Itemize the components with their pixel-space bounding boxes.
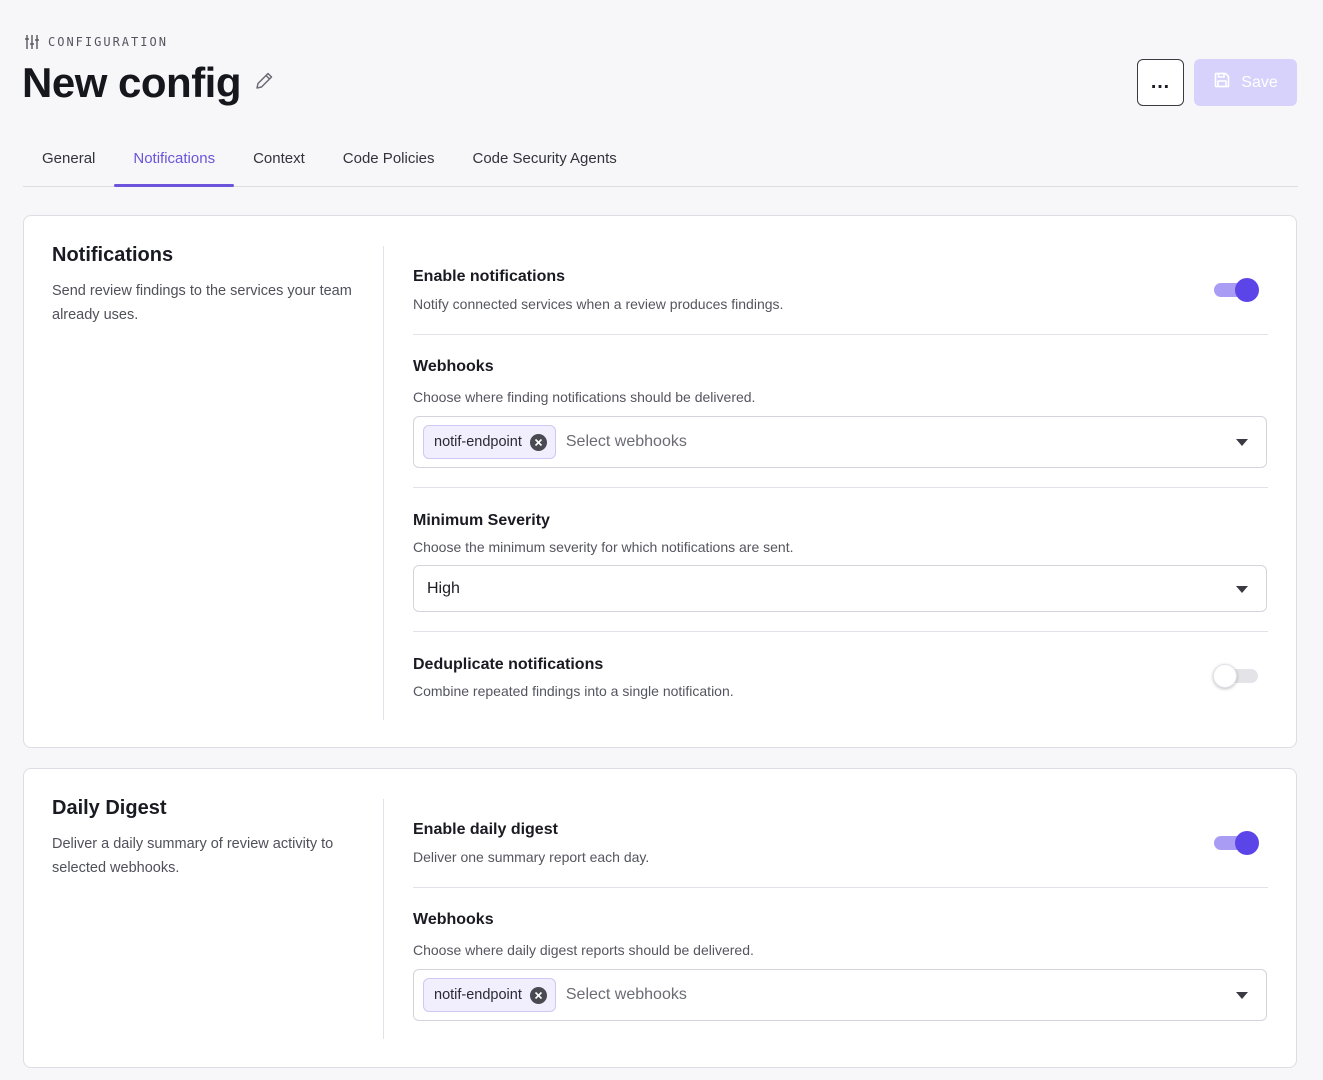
- floppy-disk-icon: [1213, 71, 1231, 94]
- notifications-card: Notifications Send review findings to th…: [23, 215, 1297, 748]
- digest-intro: Daily Digest Deliver a daily summary of …: [52, 797, 362, 880]
- tab-label: Notifications: [133, 149, 216, 167]
- enable-notifications-setting: Enable notifications Notify connected se…: [413, 216, 1268, 334]
- notifications-intro: Notifications Send review findings to th…: [52, 244, 362, 327]
- setting-label: Minimum Severity: [413, 512, 550, 529]
- severity-value: High: [427, 579, 460, 597]
- setting-label: Enable daily digest: [413, 821, 558, 838]
- chip-label: notif-endpoint: [434, 434, 522, 450]
- toggle-knob: [1213, 664, 1237, 688]
- digest-settings: Enable daily digest Deliver one summary …: [413, 769, 1268, 1038]
- enable-digest-setting: Enable daily digest Deliver one summary …: [413, 769, 1268, 887]
- webhooks-select[interactable]: notif-endpoint Select webhooks: [413, 416, 1267, 468]
- tab-label: Code Policies: [342, 149, 435, 167]
- section-description: Send review findings to the services you…: [52, 283, 352, 323]
- setting-label: Enable notifications: [413, 268, 566, 285]
- tab-general[interactable]: General: [23, 130, 114, 186]
- section-title: Notifications: [52, 244, 174, 266]
- eyebrow-label: CONFIGURATION: [48, 35, 168, 49]
- setting-description: Deliver one summary report each day.: [413, 849, 650, 865]
- more-options-button[interactable]: …: [1137, 59, 1184, 106]
- section-description: Deliver a daily summary of review activi…: [52, 836, 334, 876]
- tab-context[interactable]: Context: [234, 130, 324, 186]
- caret-down-icon: [1236, 439, 1248, 446]
- select-placeholder: Select webhooks: [565, 986, 687, 1003]
- deduplicate-toggle[interactable]: [1213, 663, 1258, 689]
- more-label: …: [1150, 71, 1171, 93]
- deduplicate-setting: Deduplicate notifications Combine repeat…: [413, 632, 1268, 732]
- page-title: New config: [22, 59, 242, 106]
- setting-label: Webhooks: [413, 358, 494, 375]
- page-eyebrow: CONFIGURATION: [24, 34, 168, 50]
- setting-description: Choose the minimum severity for which no…: [413, 539, 794, 555]
- card-divider: [383, 799, 384, 1039]
- toggle-knob: [1235, 278, 1259, 302]
- chip-label: notif-endpoint: [434, 987, 522, 1003]
- setting-description: Choose where daily digest reports should…: [413, 942, 754, 958]
- caret-down-icon: [1236, 992, 1248, 999]
- tab-code-policies[interactable]: Code Policies: [324, 130, 454, 186]
- pencil-icon[interactable]: [253, 70, 275, 92]
- minimum-severity-setting: Minimum Severity Choose the minimum seve…: [413, 488, 1268, 631]
- enable-notifications-toggle[interactable]: [1214, 277, 1259, 303]
- close-circle-icon[interactable]: [529, 433, 547, 451]
- tab-notifications[interactable]: Notifications: [114, 130, 234, 187]
- header-actions: … Save: [1137, 59, 1297, 106]
- caret-down-icon: [1236, 585, 1248, 593]
- sliders-icon: [24, 34, 40, 50]
- select-placeholder: Select webhooks: [565, 433, 687, 450]
- tab-code-security-agents[interactable]: Code Security Agents: [454, 130, 636, 186]
- tab-label: General: [42, 149, 96, 167]
- save-label: Save: [1241, 73, 1278, 91]
- digest-webhooks-setting: Webhooks Choose where daily digest repor…: [413, 888, 1268, 1038]
- section-title: Daily Digest: [52, 797, 167, 819]
- card-divider: [383, 246, 384, 720]
- setting-description: Combine repeated findings into a single …: [413, 683, 734, 699]
- webhook-chip: notif-endpoint: [423, 978, 556, 1012]
- daily-digest-card: Daily Digest Deliver a daily summary of …: [23, 768, 1297, 1068]
- close-circle-icon[interactable]: [529, 986, 547, 1004]
- enable-digest-toggle[interactable]: [1214, 830, 1259, 856]
- digest-webhooks-select[interactable]: notif-endpoint Select webhooks: [413, 969, 1267, 1021]
- webhooks-setting: Webhooks Choose where finding notificati…: [413, 335, 1268, 487]
- tab-label: Context: [253, 149, 305, 167]
- notifications-settings: Enable notifications Notify connected se…: [413, 216, 1268, 732]
- setting-description: Choose where finding notifications shoul…: [413, 389, 756, 405]
- setting-description: Notify connected services when a review …: [413, 296, 784, 312]
- setting-label: Deduplicate notifications: [413, 656, 604, 673]
- setting-label: Webhooks: [413, 911, 494, 928]
- severity-select[interactable]: High: [413, 565, 1267, 612]
- tab-label: Code Security Agents: [472, 149, 617, 167]
- toggle-knob: [1235, 831, 1259, 855]
- webhook-chip: notif-endpoint: [423, 425, 556, 459]
- save-button[interactable]: Save: [1194, 59, 1297, 106]
- title-row: New config: [22, 58, 275, 108]
- tab-bar: General Notifications Context Code Polic…: [23, 130, 1298, 187]
